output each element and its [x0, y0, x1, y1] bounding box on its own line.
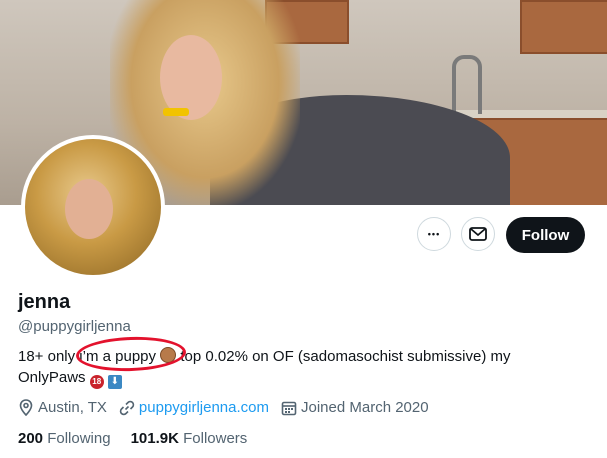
- following-label: Following: [47, 430, 111, 447]
- location-meta: Austin, TX: [18, 399, 107, 416]
- following-count: 200: [18, 430, 44, 447]
- profile-meta: Austin, TX puppygirljenna.com Joined Mar…: [18, 399, 441, 416]
- banner-photo-detail: [163, 108, 189, 116]
- website-meta[interactable]: puppygirljenna.com: [119, 399, 269, 416]
- message-button[interactable]: [461, 217, 495, 251]
- followers-count: 101.9K: [130, 430, 179, 447]
- bio-text: 18+ only: [18, 348, 80, 365]
- banner-photo-detail: [452, 55, 482, 114]
- avatar-photo-detail: [65, 179, 113, 239]
- profile-page: ••• Follow jenna @puppygirljenna 18+ onl…: [0, 0, 607, 458]
- followers-label: Followers: [183, 430, 248, 447]
- link-icon: [119, 400, 135, 415]
- joined-meta: Joined March 2020: [281, 399, 429, 416]
- location-text: Austin, TX: [38, 399, 107, 416]
- eighteen-plus-badge-icon: 18: [89, 375, 104, 389]
- username-handle: @puppygirljenna: [18, 318, 131, 335]
- calendar-icon: [281, 401, 297, 415]
- location-icon: [19, 399, 33, 416]
- banner-photo-detail: [520, 0, 607, 54]
- follow-button[interactable]: Follow: [506, 217, 585, 253]
- profile-stats: 200 Following 101.9K Followers: [18, 430, 267, 447]
- down-arrow-icon: ⬇: [107, 375, 122, 389]
- joined-text: Joined March 2020: [301, 399, 429, 416]
- display-name: jenna: [18, 291, 71, 313]
- mail-icon: [469, 227, 487, 241]
- avatar[interactable]: [21, 135, 165, 279]
- more-icon: •••: [427, 229, 441, 239]
- following-stat[interactable]: 200 Following: [18, 430, 111, 447]
- website-link[interactable]: puppygirljenna.com: [139, 399, 269, 416]
- more-options-button[interactable]: •••: [417, 217, 451, 251]
- followers-stat[interactable]: 101.9K Followers: [131, 430, 248, 447]
